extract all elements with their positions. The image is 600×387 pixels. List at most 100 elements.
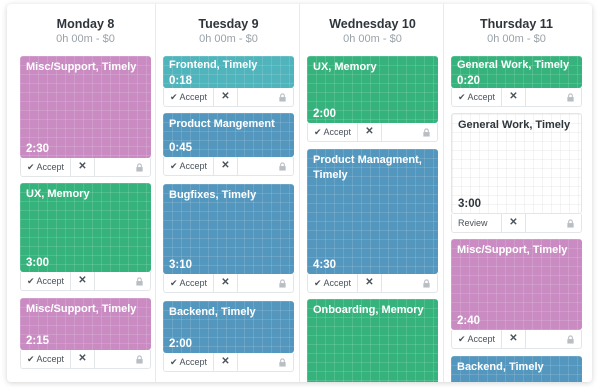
entry-label: Product Mangement [169, 118, 275, 130]
entry-actions: ✔ Accept ✕ [163, 353, 294, 372]
accept-button[interactable]: ✔ Accept [452, 88, 502, 106]
accept-button[interactable]: ✔ Accept [21, 158, 71, 176]
column-divider [155, 4, 156, 382]
time-entry[interactable]: Onboarding, Memory [307, 299, 438, 382]
reject-button[interactable]: ✕ [214, 353, 238, 371]
entry-actions: ✔ Accept ✕ [451, 88, 582, 107]
entry-duration: 4:30 [313, 259, 337, 271]
lock-icon[interactable] [422, 279, 431, 288]
entry-duration: 0:18 [169, 75, 193, 87]
reject-button[interactable]: ✕ [502, 88, 526, 106]
time-entry[interactable]: Bugfixes, Timely 3:10 [163, 184, 294, 274]
time-entry[interactable]: Product Mangement 0:45 [163, 113, 294, 157]
lock-icon[interactable] [278, 279, 287, 288]
entry-actions: ✔ Accept ✕ [163, 88, 294, 107]
lock-icon[interactable] [135, 277, 144, 286]
lock-icon[interactable] [566, 219, 575, 228]
time-entry[interactable]: UX, Memory 3:00 [20, 183, 151, 272]
reject-button[interactable]: ✕ [358, 274, 382, 292]
check-icon: ✔ [458, 92, 466, 102]
reject-button[interactable]: ✕ [214, 274, 238, 292]
check-icon: ✔ [27, 354, 35, 364]
entry-label: General Work, Timely [458, 119, 571, 131]
reject-button[interactable]: ✕ [502, 330, 526, 348]
accept-label: Accept [179, 357, 208, 367]
check-icon: ✔ [27, 276, 35, 286]
accept-button[interactable]: ✔ Accept [164, 353, 214, 371]
day-summary: 0h 00m - $0 [199, 33, 258, 45]
entry-duration: 2:15 [26, 335, 50, 347]
time-entry[interactable]: UX, Memory 2:00 [307, 56, 438, 123]
entry-label: Backend, Timely [169, 306, 256, 318]
entry-actions: ✔ Accept ✕ [20, 158, 151, 177]
accept-button[interactable]: ✔ Accept [164, 88, 214, 106]
accept-button[interactable]: ✔ Accept [164, 157, 214, 175]
entry-actions: ✔ Accept ✕ [20, 272, 151, 291]
time-entry[interactable]: Product Managment, Timely 4:30 [307, 149, 438, 274]
close-icon: ✕ [509, 91, 518, 102]
accept-button[interactable]: ✔ Accept [21, 272, 71, 290]
check-icon: ✔ [170, 161, 178, 171]
review-button[interactable]: Review [452, 214, 502, 232]
lock-icon[interactable] [422, 128, 431, 137]
entry-duration: 3:00 [26, 257, 50, 269]
day-summary: 0h 00m - $0 [56, 33, 115, 45]
check-icon: ✔ [27, 162, 35, 172]
time-entry[interactable]: Misc/Support, Timely 2:40 [451, 239, 582, 330]
accept-button[interactable]: ✔ Accept [308, 274, 358, 292]
day-column-thursday: Thursday 11 0h 00m - $0 General Work, Ti… [451, 4, 582, 382]
day-summary: 0h 00m - $0 [487, 33, 546, 45]
time-entry[interactable]: Backend, Timely [451, 356, 582, 382]
entry-actions: ✔ Accept ✕ [20, 350, 151, 369]
reject-button[interactable]: ✕ [502, 214, 526, 232]
lock-icon[interactable] [135, 355, 144, 364]
time-entry[interactable]: Misc/Support, Timely 2:30 [20, 56, 151, 158]
entry-actions: ✔ Accept ✕ [163, 157, 294, 176]
time-entry[interactable]: Backend, Timely 2:00 [163, 301, 294, 353]
lock-icon[interactable] [278, 162, 287, 171]
reject-button[interactable]: ✕ [71, 158, 95, 176]
accept-button[interactable]: ✔ Accept [308, 123, 358, 141]
time-entry[interactable]: Misc/Support, Timely 2:15 [20, 298, 151, 350]
reject-button[interactable]: ✕ [71, 272, 95, 290]
entry-label: Onboarding, Memory [313, 304, 424, 316]
reject-button[interactable]: ✕ [358, 123, 382, 141]
entry-actions: ✔ Accept ✕ [163, 274, 294, 293]
accept-label: Accept [179, 92, 208, 102]
column-divider [443, 4, 444, 382]
day-title: Wednesday 10 [329, 17, 416, 31]
lock-icon[interactable] [566, 335, 575, 344]
accept-button[interactable]: ✔ Accept [21, 350, 71, 368]
check-icon: ✔ [170, 278, 178, 288]
close-icon: ✕ [78, 353, 87, 364]
close-icon: ✕ [221, 277, 230, 288]
entry-duration: 2:30 [26, 143, 50, 155]
reject-button[interactable]: ✕ [71, 350, 95, 368]
close-icon: ✕ [78, 275, 87, 286]
accept-label: Accept [323, 278, 352, 288]
week-calendar: Monday 8 0h 00m - $0 Misc/Support, Timel… [7, 4, 592, 382]
lock-icon[interactable] [566, 93, 575, 102]
lock-icon[interactable] [278, 358, 287, 367]
accept-label: Accept [179, 278, 208, 288]
time-entry[interactable]: General Work, Timely 3:00 [451, 113, 582, 214]
lock-icon[interactable] [278, 93, 287, 102]
accept-label: Accept [323, 127, 352, 137]
lock-icon[interactable] [135, 163, 144, 172]
reject-button[interactable]: ✕ [214, 88, 238, 106]
check-icon: ✔ [170, 92, 178, 102]
close-icon: ✕ [78, 161, 87, 172]
entry-label: Backend, Timely [457, 361, 544, 373]
day-column-wednesday: Wednesday 10 0h 00m - $0 UX, Memory 2:00… [307, 4, 438, 382]
reject-button[interactable]: ✕ [214, 157, 238, 175]
accept-label: Accept [179, 161, 208, 171]
entry-label: Misc/Support, Timely [26, 303, 137, 315]
day-title: Thursday 11 [480, 17, 553, 31]
time-entry[interactable]: General Work, Timely 0:20 [451, 56, 582, 88]
time-entry[interactable]: Frontend, Timely 0:18 [163, 56, 294, 88]
close-icon: ✕ [221, 356, 230, 367]
entry-actions: ✔ Accept ✕ [307, 274, 438, 293]
entry-label: Frontend, Timely [169, 59, 258, 71]
accept-button[interactable]: ✔ Accept [164, 274, 214, 292]
accept-button[interactable]: ✔ Accept [452, 330, 502, 348]
